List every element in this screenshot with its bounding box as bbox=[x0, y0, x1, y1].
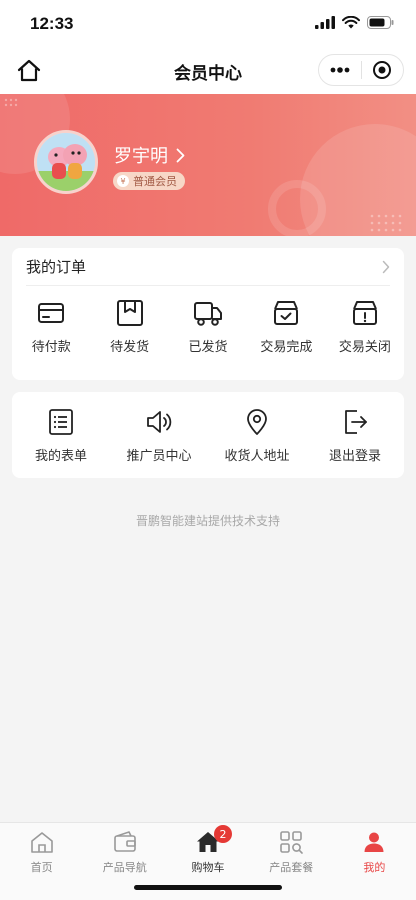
tech-support-note: 晋鹏智能建站提供技术支持 bbox=[135, 514, 280, 528]
member-badge-icon: ¥ bbox=[117, 175, 129, 187]
speaker-icon bbox=[147, 411, 172, 433]
avatar[interactable] bbox=[34, 130, 98, 194]
wifi-icon bbox=[342, 16, 360, 29]
close-miniprogram-button[interactable] bbox=[362, 55, 403, 85]
target-close-icon bbox=[373, 61, 392, 79]
miniprogram-capsule bbox=[318, 54, 404, 86]
tab-label: 首页 bbox=[30, 861, 53, 874]
tool-label: 收货人地址 bbox=[224, 449, 290, 464]
tab-home[interactable]: 首页 bbox=[0, 823, 83, 900]
my-forms-item[interactable]: 我的表单 bbox=[12, 407, 110, 464]
member-level-badge: ¥ 普通会员 bbox=[113, 172, 185, 190]
card-icon bbox=[38, 303, 65, 323]
chevron-right-icon bbox=[382, 260, 390, 273]
order-label: 已发货 bbox=[188, 340, 228, 355]
tab-mine[interactable]: 我的 bbox=[333, 823, 416, 900]
box-check-icon bbox=[274, 301, 299, 325]
wallet-icon bbox=[113, 831, 136, 852]
order-pending-payment[interactable]: 待付款 bbox=[12, 298, 90, 355]
order-shipped[interactable]: 已发货 bbox=[169, 298, 247, 355]
tool-label: 推广员中心 bbox=[126, 449, 192, 464]
cart-count-badge: 2 bbox=[214, 825, 232, 843]
tab-label: 我的 bbox=[363, 861, 386, 874]
decor-dots bbox=[370, 214, 402, 232]
member-level: 普通会员 bbox=[133, 175, 177, 188]
package-icon bbox=[116, 300, 143, 326]
order-label: 待付款 bbox=[31, 340, 71, 355]
decor-dots bbox=[4, 98, 18, 107]
avatar-image bbox=[37, 133, 95, 191]
order-label: 待发货 bbox=[110, 340, 150, 355]
truck-icon bbox=[194, 302, 223, 326]
orders-title: 我的订单 bbox=[26, 258, 87, 276]
username: 罗宇明 bbox=[114, 146, 168, 167]
tool-label: 我的表单 bbox=[34, 449, 87, 464]
status-time: 12:33 bbox=[30, 14, 74, 33]
order-label: 交易完成 bbox=[260, 340, 313, 355]
user-icon bbox=[364, 832, 384, 852]
tab-label: 产品导航 bbox=[102, 861, 147, 874]
tool-label: 退出登录 bbox=[328, 449, 381, 464]
promoter-center-item[interactable]: 推广员中心 bbox=[110, 407, 208, 464]
nav-bar: 会员中心 bbox=[0, 48, 416, 94]
home-indicator bbox=[134, 885, 282, 890]
orders-header[interactable]: 我的订单 bbox=[26, 248, 390, 286]
status-icons bbox=[315, 16, 394, 29]
orders-card: 我的订单 待付款 待发货 已发货 交易完成 交易关闭 bbox=[12, 248, 404, 380]
more-dots-icon bbox=[330, 67, 350, 73]
order-pending-shipment[interactable]: 待发货 bbox=[90, 298, 168, 355]
form-list-icon bbox=[49, 409, 73, 435]
shipping-address-item[interactable]: 收货人地址 bbox=[208, 407, 306, 464]
chevron-right-icon bbox=[176, 148, 185, 162]
battery-icon bbox=[367, 16, 394, 29]
order-closed[interactable]: 交易关闭 bbox=[326, 298, 404, 355]
order-status-grid: 待付款 待发货 已发货 交易完成 交易关闭 bbox=[12, 286, 404, 355]
home-icon bbox=[30, 832, 53, 853]
tab-label: 产品套餐 bbox=[269, 861, 314, 874]
location-pin-icon bbox=[247, 409, 267, 435]
username-link[interactable]: 罗宇明 bbox=[114, 142, 185, 168]
order-completed[interactable]: 交易完成 bbox=[247, 298, 325, 355]
profile-banner: 罗宇明 ¥ 普通会员 bbox=[0, 94, 416, 236]
status-bar: 12:33 bbox=[0, 0, 416, 48]
tab-label: 购物车 bbox=[191, 861, 225, 874]
signal-icon bbox=[315, 16, 335, 29]
box-alert-icon bbox=[352, 301, 377, 325]
order-label: 交易关闭 bbox=[338, 340, 391, 355]
grid-search-icon bbox=[280, 831, 304, 854]
logout-icon bbox=[345, 410, 367, 434]
logout-item[interactable]: 退出登录 bbox=[306, 407, 404, 464]
more-button[interactable] bbox=[319, 55, 361, 85]
tools-card: 我的表单 推广员中心 收货人地址 退出登录 bbox=[12, 392, 404, 478]
decor-ring bbox=[268, 180, 326, 236]
tools-grid: 我的表单 推广员中心 收货人地址 退出登录 bbox=[12, 392, 404, 464]
